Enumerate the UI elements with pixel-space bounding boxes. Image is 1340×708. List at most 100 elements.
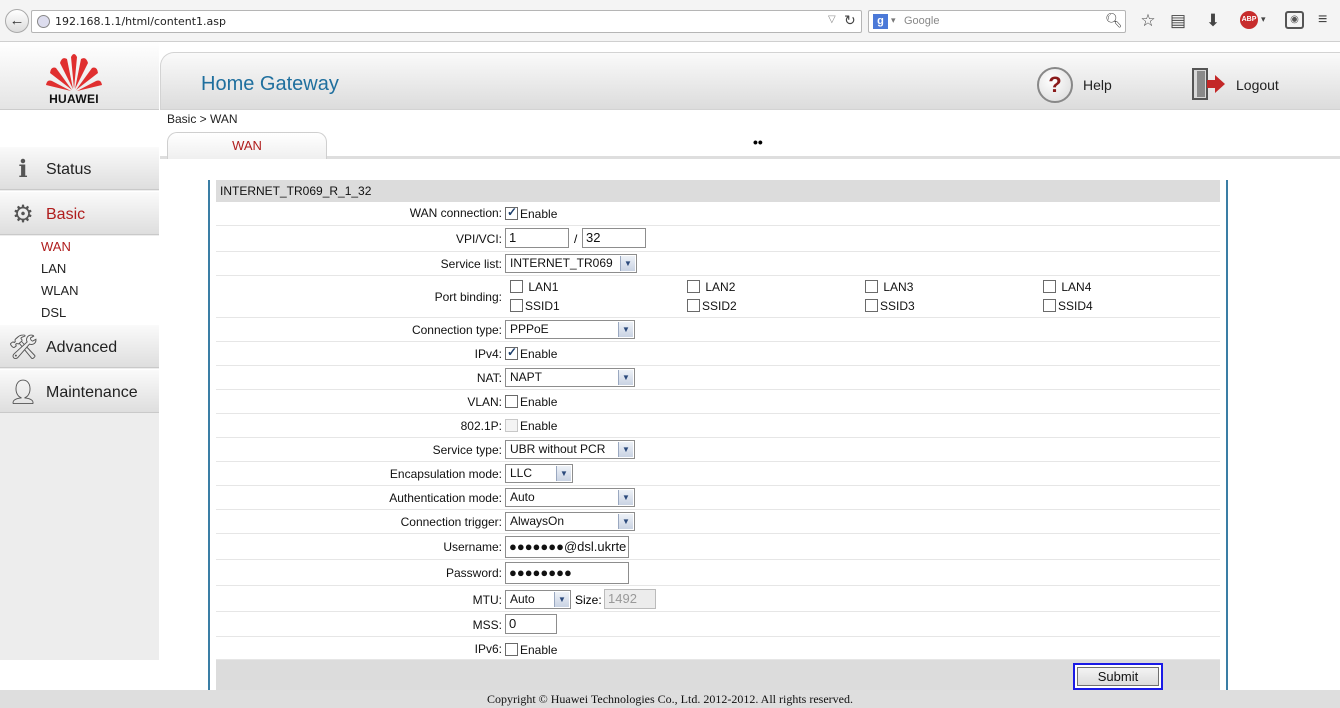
copyright-footer: Copyright © Huawei Technologies Co., Ltd…	[0, 690, 1340, 708]
header-bar: Home Gateway ? Help Logout	[160, 52, 1340, 110]
help-link[interactable]: Help	[1083, 77, 1112, 93]
menu-icon[interactable]: ≡	[1318, 11, 1327, 29]
adblock-dropdown-icon[interactable]: ▾	[1261, 14, 1266, 25]
port-lan1-checkbox[interactable]	[510, 280, 523, 294]
sidebar-item-maintenance[interactable]: 👤︎ Maintenance	[0, 369, 159, 413]
chevron-down-icon: ▼	[618, 514, 633, 529]
vpi-input[interactable]: 1	[505, 228, 569, 248]
password-input[interactable]: ●●●●●●●●	[505, 562, 629, 584]
tab-bar: WAN	[160, 130, 1340, 159]
status-icon: ℹ	[18, 156, 28, 183]
sidebar-subitem-dsl[interactable]: DSL	[0, 302, 159, 324]
port-ssid4-checkbox[interactable]	[1043, 299, 1056, 313]
eye-icon[interactable]: ◉	[1285, 11, 1304, 29]
port-lan4-checkbox[interactable]	[1043, 280, 1056, 294]
authentication-row: Authentication mode: Auto ▼	[216, 486, 1220, 510]
google-icon[interactable]: g	[873, 14, 888, 29]
sidebar-item-status[interactable]: ℹ Status	[0, 146, 159, 190]
sidebar-subitem-lan[interactable]: LAN	[0, 258, 159, 280]
logout-link[interactable]: Logout	[1236, 77, 1279, 93]
port-lan2-checkbox[interactable]	[687, 280, 700, 294]
ipv4-checkbox[interactable]	[505, 345, 518, 361]
sidebar-item-label: Status	[46, 161, 92, 178]
logout-door-icon[interactable]	[1191, 67, 1227, 101]
chevron-down-icon: ▼	[554, 592, 569, 607]
mss-row: MSS: 0	[216, 612, 1220, 637]
chevron-down-icon: ▼	[618, 490, 633, 505]
port-ssid2-checkbox[interactable]	[687, 299, 700, 313]
port-ssid2-label: SSID2	[702, 298, 737, 313]
port-lan2-label: LAN2	[705, 279, 736, 294]
connection-type-label: Connection type:	[411, 323, 502, 337]
chevron-down-icon: ▼	[620, 256, 635, 271]
adblock-icon[interactable]: ABP	[1240, 11, 1258, 29]
port-binding-row: Port binding: LAN1 LAN2 LAN3 LAN4 SSID1 …	[216, 276, 1220, 318]
vci-input[interactable]: 32	[582, 228, 646, 248]
dot1p-option: Enable	[520, 418, 558, 433]
wan-connection-option: Enable	[520, 206, 558, 221]
mss-input[interactable]: 0	[505, 614, 557, 634]
connection-type-select[interactable]: PPPoE ▼	[505, 320, 635, 339]
vlan-checkbox[interactable]	[505, 395, 518, 409]
help-question-icon[interactable]: ?	[1037, 67, 1073, 103]
service-list-select[interactable]: INTERNET_TR069 ▼	[505, 254, 637, 273]
maintenance-user-icon: 👤︎	[8, 379, 39, 406]
connection-trigger-value: AlwaysOn	[510, 514, 565, 528]
chevron-down-icon: ▼	[618, 442, 633, 457]
mtu-value: Auto	[510, 592, 535, 606]
browser-toolbar: ← 192.168.1.1/html/content1.asp ▽ ↻ g ▾ …	[0, 0, 1340, 42]
mtu-size-label: Size:	[575, 593, 602, 607]
reload-icon[interactable]: ↻	[844, 12, 856, 29]
wan-connection-checkbox[interactable]	[505, 205, 518, 221]
connection-trigger-row: Connection trigger: AlwaysOn ▼	[216, 510, 1220, 534]
username-label: Username:	[443, 540, 502, 554]
username-input[interactable]: ●●●●●●●@dsl.ukrte	[505, 536, 629, 558]
wan-connection-row: WAN connection: Enable	[216, 202, 1220, 226]
service-type-select[interactable]: UBR without PCR ▼	[505, 440, 635, 459]
search-engine-dropdown-icon[interactable]: ▾	[891, 15, 896, 26]
bookmark-star-icon[interactable]: ☆	[1138, 11, 1158, 31]
address-bar[interactable]: 192.168.1.1/html/content1.asp ▽ ↻	[31, 10, 862, 33]
authentication-value: Auto	[510, 490, 535, 504]
bookmarks-list-icon[interactable]: ▤	[1168, 11, 1188, 31]
url-text[interactable]: 192.168.1.1/html/content1.asp	[55, 15, 226, 28]
back-arrow-icon[interactable]: ←	[5, 9, 29, 33]
service-type-row: Service type: UBR without PCR ▼	[216, 438, 1220, 462]
ipv6-checkbox[interactable]	[505, 643, 518, 657]
port-lan3-checkbox[interactable]	[865, 280, 878, 294]
submit-button[interactable]: Submit	[1073, 663, 1163, 690]
vlan-label: VLAN:	[467, 395, 502, 409]
ipv6-label: IPv6:	[474, 642, 502, 656]
search-box[interactable]: g ▾ Google 🔍︎	[868, 10, 1126, 33]
vpi-vci-label: VPI/VCI:	[455, 232, 502, 246]
sidebar-subitem-wlan[interactable]: WLAN	[0, 280, 159, 302]
mtu-select[interactable]: Auto ▼	[505, 590, 571, 609]
mtu-label: MTU:	[472, 593, 502, 607]
service-type-value: UBR without PCR	[510, 442, 606, 456]
connection-trigger-label: Connection trigger:	[400, 515, 502, 529]
url-dropdown-icon[interactable]: ▽	[828, 14, 836, 25]
port-ssid1-checkbox[interactable]	[510, 299, 523, 313]
username-row: Username: ●●●●●●●@dsl.ukrte	[216, 534, 1220, 560]
chevron-down-icon: ▼	[618, 370, 633, 385]
sidebar-subitem-wan[interactable]: WAN	[0, 236, 159, 258]
sidebar-item-advanced[interactable]: 🛠︎ Advanced	[0, 324, 159, 368]
tab-wan[interactable]: WAN	[167, 132, 327, 159]
sidebar-item-basic[interactable]: ⚙ Basic	[0, 191, 159, 235]
password-row: Password: ●●●●●●●●	[216, 560, 1220, 586]
port-ssid3-checkbox[interactable]	[865, 299, 878, 313]
encapsulation-select[interactable]: LLC ▼	[505, 464, 573, 483]
authentication-select[interactable]: Auto ▼	[505, 488, 635, 507]
nat-label: NAT:	[476, 371, 502, 385]
connection-trigger-select[interactable]: AlwaysOn ▼	[505, 512, 635, 531]
magnifier-icon[interactable]: 🔍︎	[1105, 12, 1123, 29]
search-placeholder[interactable]: Google	[904, 15, 939, 27]
nat-value: NAPT	[510, 370, 543, 384]
vlan-option: Enable	[520, 394, 558, 409]
password-label: Password:	[445, 566, 502, 580]
sidebar: ℹ Status ⚙ Basic WAN LAN WLAN DSL 🛠︎ Adv…	[0, 146, 159, 660]
ipv4-option: Enable	[520, 346, 558, 361]
download-arrow-icon[interactable]: ⬇	[1203, 11, 1223, 31]
encapsulation-label: Encapsulation mode:	[389, 467, 502, 481]
nat-select[interactable]: NAPT ▼	[505, 368, 635, 387]
